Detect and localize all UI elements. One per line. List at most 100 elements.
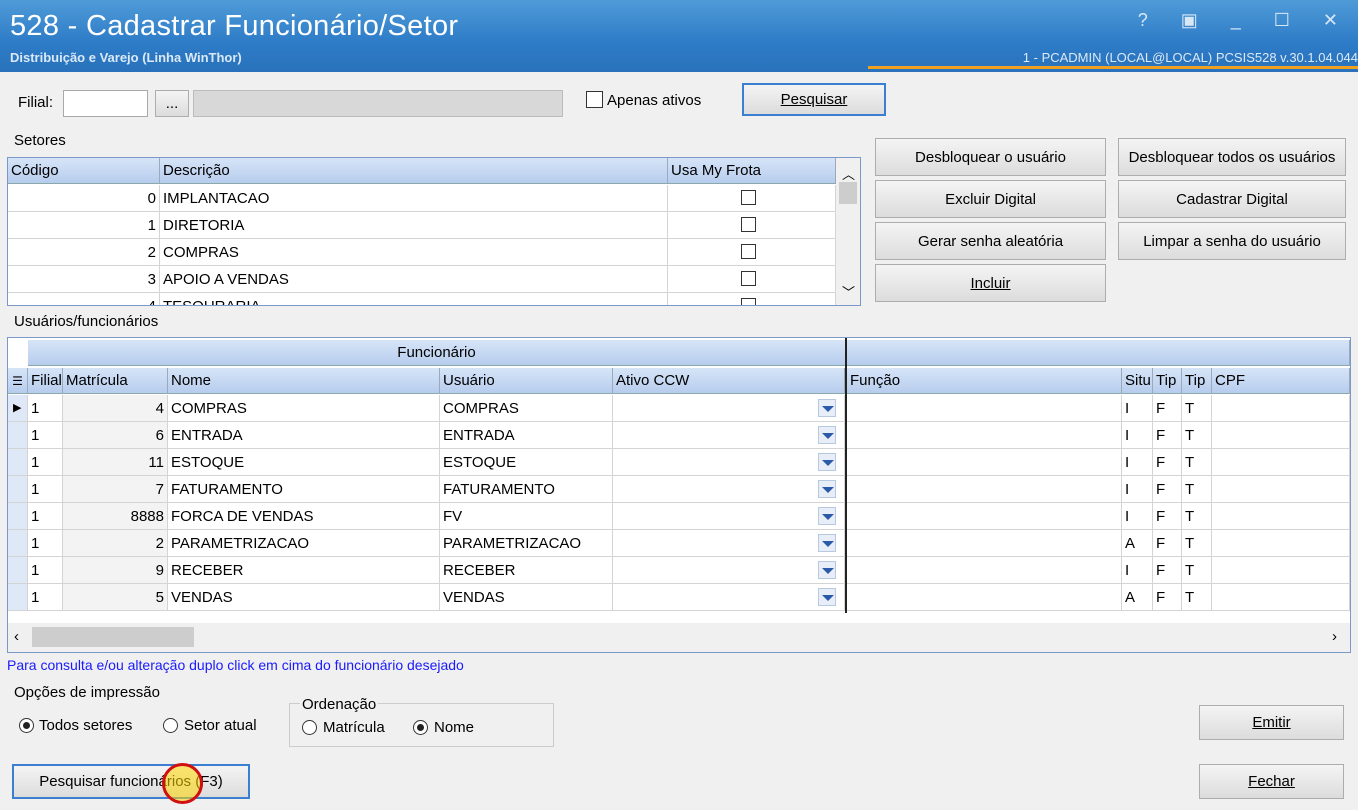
cpf-cell[interactable] (1212, 557, 1350, 584)
ativo-ccw-dropdown-icon[interactable] (818, 453, 836, 471)
usa-my-frota-cell[interactable] (668, 239, 836, 266)
tip-1-cell[interactable]: F (1153, 449, 1182, 476)
row-indicator[interactable] (8, 503, 28, 530)
cpf-cell[interactable] (1212, 476, 1350, 503)
setor-descricao-cell[interactable]: APOIO A VENDAS (160, 266, 668, 293)
tip-2-cell[interactable]: T (1182, 422, 1212, 449)
filial-cell[interactable]: 1 (28, 584, 63, 611)
nome-cell[interactable]: PARAMETRIZACAO (168, 530, 440, 557)
filial-input[interactable] (63, 90, 148, 117)
matricula-cell[interactable]: 8888 (63, 503, 168, 530)
col-tip-2[interactable]: Tip (1182, 368, 1212, 394)
matricula-cell[interactable]: 4 (63, 395, 168, 422)
usa-my-frota-cell[interactable] (668, 293, 836, 305)
apenas-ativos-checkbox[interactable] (586, 91, 603, 108)
usuario-cell[interactable]: COMPRAS (440, 395, 613, 422)
desbloquear-usuario-button[interactable]: Desbloquear o usuário (875, 138, 1106, 176)
ativo-ccw-cell[interactable] (613, 449, 845, 476)
funcao-cell[interactable] (847, 503, 1122, 530)
scroll-up-icon[interactable]: ︿ (842, 164, 855, 183)
usuario-cell[interactable]: ENTRADA (440, 422, 613, 449)
cadastrar-digital-button[interactable]: Cadastrar Digital (1118, 180, 1346, 218)
funcao-cell[interactable] (847, 449, 1122, 476)
filial-cell[interactable]: 1 (28, 557, 63, 584)
usa-my-frota-cell[interactable] (668, 266, 836, 293)
tip-1-cell[interactable]: F (1153, 557, 1182, 584)
usa-my-frota-checkbox[interactable] (741, 271, 756, 286)
ativo-ccw-dropdown-icon[interactable] (818, 534, 836, 552)
scroll-down-icon[interactable]: ﹀ (842, 282, 855, 301)
todos-setores-radio[interactable] (19, 718, 34, 733)
row-indicator[interactable] (8, 422, 28, 449)
desbloquear-todos-button[interactable]: Desbloquear todos os usuários (1118, 138, 1346, 176)
col-tip-1[interactable]: Tip (1153, 368, 1182, 394)
cpf-cell[interactable] (1212, 503, 1350, 530)
setor-codigo-cell[interactable]: 0 (8, 185, 160, 212)
setor-codigo-cell[interactable]: 3 (8, 266, 160, 293)
ativo-ccw-dropdown-icon[interactable] (818, 480, 836, 498)
filial-cell[interactable]: 1 (28, 503, 63, 530)
usa-my-frota-cell[interactable] (668, 212, 836, 239)
row-indicator[interactable] (8, 557, 28, 584)
nome-cell[interactable]: ESTOQUE (168, 449, 440, 476)
setor-codigo-cell[interactable]: 1 (8, 212, 160, 239)
usuario-cell[interactable]: VENDAS (440, 584, 613, 611)
nome-cell[interactable]: FATURAMENTO (168, 476, 440, 503)
situ-cell[interactable]: A (1122, 530, 1153, 557)
current-row-arrow-icon[interactable]: ▶ (8, 395, 28, 422)
usuarios-hscrollbar[interactable]: ‹ › (8, 623, 1350, 652)
funcao-cell[interactable] (847, 422, 1122, 449)
setores-vscrollbar[interactable]: ︿ ﹀ (836, 158, 860, 305)
usa-my-frota-checkbox[interactable] (741, 190, 756, 205)
funcao-cell[interactable] (847, 476, 1122, 503)
setor-atual-radio[interactable] (163, 718, 178, 733)
tip-2-cell[interactable]: T (1182, 503, 1212, 530)
excluir-digital-button[interactable]: Excluir Digital (875, 180, 1106, 218)
matricula-cell[interactable]: 6 (63, 422, 168, 449)
filial-cell[interactable]: 1 (28, 395, 63, 422)
matricula-cell[interactable]: 11 (63, 449, 168, 476)
usuarios-grid[interactable]: Funcionário ☰ Filial Matrícula Nome Usuário… (7, 337, 1351, 653)
col-situ[interactable]: Situ (1122, 368, 1153, 394)
ativo-ccw-dropdown-icon[interactable] (818, 507, 836, 525)
setor-descricao-cell[interactable]: IMPLANTACAO (160, 185, 668, 212)
usuario-cell[interactable]: RECEBER (440, 557, 613, 584)
ativo-ccw-dropdown-icon[interactable] (818, 399, 836, 417)
col-funcao[interactable]: Função (847, 368, 1122, 394)
tip-2-cell[interactable]: T (1182, 395, 1212, 422)
tip-2-cell[interactable]: T (1182, 449, 1212, 476)
situ-cell[interactable]: I (1122, 476, 1153, 503)
situ-cell[interactable]: I (1122, 557, 1153, 584)
situ-cell[interactable]: I (1122, 395, 1153, 422)
funcao-cell[interactable] (847, 530, 1122, 557)
column-chooser-icon[interactable]: ☰ (8, 368, 28, 394)
nome-cell[interactable]: ENTRADA (168, 422, 440, 449)
situ-cell[interactable]: I (1122, 503, 1153, 530)
filial-cell[interactable]: 1 (28, 530, 63, 557)
nome-cell[interactable]: VENDAS (168, 584, 440, 611)
setor-descricao-cell[interactable]: COMPRAS (160, 239, 668, 266)
tip-2-cell[interactable]: T (1182, 530, 1212, 557)
filial-cell[interactable]: 1 (28, 449, 63, 476)
ativo-ccw-cell[interactable] (613, 530, 845, 557)
ativo-ccw-dropdown-icon[interactable] (818, 426, 836, 444)
col-ativo-ccw[interactable]: Ativo CCW (613, 368, 845, 394)
ativo-ccw-cell[interactable] (613, 584, 845, 611)
tip-1-cell[interactable]: F (1153, 530, 1182, 557)
usa-my-frota-cell[interactable] (668, 185, 836, 212)
setores-col-descricao[interactable]: Descrição (160, 158, 668, 184)
matricula-cell[interactable]: 2 (63, 530, 168, 557)
setor-codigo-cell[interactable]: 4 (8, 293, 160, 305)
ativo-ccw-cell[interactable] (613, 503, 845, 530)
emitir-button[interactable]: Emitir (1199, 705, 1344, 740)
tip-1-cell[interactable]: F (1153, 422, 1182, 449)
setor-codigo-cell[interactable]: 2 (8, 239, 160, 266)
row-indicator[interactable] (8, 584, 28, 611)
ordenar-matricula-radio[interactable] (302, 720, 317, 735)
tip-2-cell[interactable]: T (1182, 557, 1212, 584)
usuario-cell[interactable]: FV (440, 503, 613, 530)
col-usuario[interactable]: Usuário (440, 368, 613, 394)
cpf-cell[interactable] (1212, 422, 1350, 449)
cpf-cell[interactable] (1212, 584, 1350, 611)
hscroll-thumb[interactable] (32, 627, 194, 647)
